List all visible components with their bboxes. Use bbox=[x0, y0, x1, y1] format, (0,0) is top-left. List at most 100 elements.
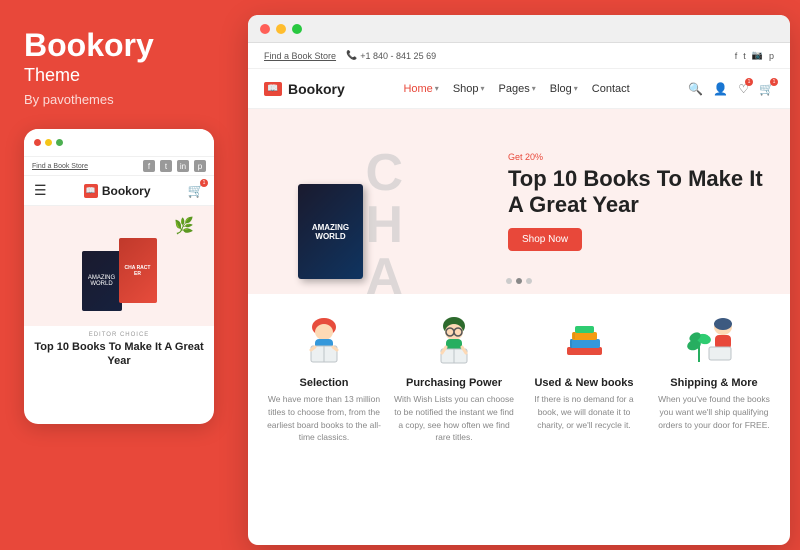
mobile-social-icons: f t in p bbox=[143, 160, 206, 172]
feature-purchasing-title: Purchasing Power bbox=[406, 377, 502, 389]
phone-icon: 📞 bbox=[346, 50, 357, 61]
mobile-dot-green bbox=[56, 139, 63, 146]
hero-dot-3[interactable] bbox=[526, 278, 532, 284]
home-arrow-icon: ▾ bbox=[435, 84, 439, 93]
mobile-editor-choice: EDITOR CHOICE Top 10 Books To Make It A … bbox=[24, 326, 214, 369]
hero-book-world: AMAZING WORLD bbox=[298, 184, 363, 279]
website-nav-links: Home ▾ Shop ▾ Pages ▾ Blog ▾ Contact bbox=[403, 83, 629, 95]
feature-selection-title: Selection bbox=[300, 377, 349, 389]
blog-arrow-icon: ▾ bbox=[574, 84, 578, 93]
feature-shipping-desc: When you've found the books you want we'… bbox=[654, 393, 774, 431]
hero-dot-1[interactable] bbox=[506, 278, 512, 284]
hero-books-container: AMAZING WORLD CHAR bbox=[268, 119, 498, 284]
feature-purchasing-desc: With Wish Lists you can choose to be not… bbox=[394, 393, 514, 444]
browser-dot-green[interactable] bbox=[292, 24, 302, 34]
mobile-editor-title: Top 10 Books To Make It A Great Year bbox=[32, 340, 206, 369]
mobile-cart-badge: 1 bbox=[200, 179, 208, 187]
nav-blog[interactable]: Blog ▾ bbox=[550, 83, 578, 95]
hero-carousel-dots bbox=[506, 278, 532, 284]
nav-pages[interactable]: Pages ▾ bbox=[499, 83, 536, 95]
search-icon[interactable]: 🔍 bbox=[688, 82, 703, 96]
mobile-book-1: AMAZING WORLD bbox=[82, 251, 122, 311]
mobile-leaf-icon: 🌿 bbox=[174, 216, 194, 236]
nav-home[interactable]: Home ▾ bbox=[403, 83, 438, 95]
feature-used-new-desc: If there is no demand for a book, we wil… bbox=[524, 393, 644, 431]
feature-purchasing-power: Purchasing Power With Wish Lists you can… bbox=[394, 314, 514, 444]
twitter-icon[interactable]: t bbox=[743, 51, 746, 61]
mobile-dot-red bbox=[34, 139, 41, 146]
mobile-logo-text: Bookory bbox=[102, 184, 151, 198]
mobile-nav: ☰ 📖 Bookory 🛒 1 bbox=[24, 176, 214, 206]
hero-title: Top 10 Books To Make It A Great Year bbox=[508, 166, 770, 219]
mobile-logo: 📖 Bookory bbox=[84, 184, 151, 198]
shipping-illustration bbox=[684, 314, 744, 369]
shop-arrow-icon: ▾ bbox=[481, 84, 485, 93]
purchasing-power-illustration bbox=[424, 314, 484, 369]
feature-shipping: Shipping & More When you've found the bo… bbox=[654, 314, 774, 444]
feature-used-new: Used & New books If there is no demand f… bbox=[524, 314, 644, 444]
user-icon[interactable]: 👤 bbox=[713, 82, 728, 96]
hero-book-stack: AMAZING WORLD CHAR bbox=[268, 129, 468, 284]
website-logo: 📖 Bookory bbox=[264, 81, 345, 97]
feature-shipping-title: Shipping & More bbox=[670, 377, 757, 389]
website-phone: 📞 +1 840 - 841 25 69 bbox=[346, 50, 436, 61]
nav-shop[interactable]: Shop ▾ bbox=[453, 83, 485, 95]
hero-char-visual: CHAR bbox=[366, 147, 451, 272]
selection-svg bbox=[297, 317, 352, 367]
website-navbar: 📖 Bookory Home ▾ Shop ▾ Pages ▾ Blog ▾ C… bbox=[248, 69, 790, 109]
feature-selection: Selection We have more than 13 million t… bbox=[264, 314, 384, 444]
instagram-icon[interactable]: 📷 bbox=[752, 50, 763, 61]
hero-text-content: Get 20% Top 10 Books To Make It A Great … bbox=[498, 152, 770, 252]
mobile-dot-yellow bbox=[45, 139, 52, 146]
mobile-topbar bbox=[24, 129, 214, 157]
mobile-editor-label: EDITOR CHOICE bbox=[32, 332, 206, 338]
brand-title: Bookory Theme bbox=[24, 28, 224, 86]
hero-small-text: Get 20% bbox=[508, 152, 770, 162]
mobile-cart-icon[interactable]: 🛒 1 bbox=[188, 183, 204, 199]
website-topbar: Find a Book Store 📞 +1 840 - 841 25 69 f… bbox=[248, 43, 790, 69]
wishlist-icon[interactable]: ♡ 1 bbox=[738, 82, 749, 96]
browser-titlebar bbox=[248, 15, 790, 43]
feature-selection-desc: We have more than 13 million titles to c… bbox=[264, 393, 384, 444]
mobile-find-link[interactable]: Find a Book Store bbox=[32, 163, 88, 170]
hero-dot-2[interactable] bbox=[516, 278, 522, 284]
hero-shop-button[interactable]: Shop Now bbox=[508, 228, 582, 251]
left-panel: Bookory Theme By pavothemes Find a Book … bbox=[0, 0, 248, 550]
website-find-link[interactable]: Find a Book Store bbox=[264, 51, 336, 61]
nav-contact[interactable]: Contact bbox=[592, 83, 630, 95]
mobile-facebook-icon: f bbox=[143, 160, 155, 172]
brand-name: Bookory bbox=[24, 28, 224, 63]
browser-window: Find a Book Store 📞 +1 840 - 841 25 69 f… bbox=[248, 15, 790, 545]
purchasing-power-svg bbox=[427, 317, 482, 367]
mobile-hero-books: AMAZING WORLD CHA RACT ER bbox=[82, 221, 157, 311]
cart-icon[interactable]: 🛒 1 bbox=[759, 82, 774, 96]
cart-badge: 1 bbox=[770, 78, 778, 86]
logo-book-icon: 📖 bbox=[264, 82, 282, 96]
shipping-svg bbox=[687, 317, 742, 367]
features-section: Selection We have more than 13 million t… bbox=[248, 294, 790, 464]
hero-book-char: CHAR bbox=[363, 144, 453, 274]
selection-illustration bbox=[294, 314, 354, 369]
mobile-instagram-icon: in bbox=[177, 160, 189, 172]
feature-used-new-title: Used & New books bbox=[534, 377, 633, 389]
website-topbar-left: Find a Book Store 📞 +1 840 - 841 25 69 bbox=[264, 50, 436, 61]
website-logo-text: Bookory bbox=[288, 81, 345, 97]
browser-dot-red[interactable] bbox=[260, 24, 270, 34]
website-hero: AMAZING WORLD CHAR Get 20% Top 10 Books … bbox=[248, 109, 790, 294]
char-text: CHAR bbox=[366, 147, 402, 295]
mobile-window-dots bbox=[34, 139, 63, 146]
used-new-svg bbox=[557, 317, 612, 367]
mobile-mockup: Find a Book Store f t in p ☰ 📖 Bookory 🛒… bbox=[24, 129, 214, 424]
facebook-icon[interactable]: f bbox=[735, 51, 738, 61]
mobile-twitter-icon: t bbox=[160, 160, 172, 172]
mobile-book-2: CHA RACT ER bbox=[119, 238, 157, 303]
used-new-illustration bbox=[554, 314, 614, 369]
phone-number: +1 840 - 841 25 69 bbox=[360, 51, 436, 61]
brand-by: By pavothemes bbox=[24, 92, 224, 107]
mobile-hamburger-icon[interactable]: ☰ bbox=[34, 182, 47, 199]
mobile-logo-icon: 📖 bbox=[84, 184, 98, 198]
brand-subtitle: Theme bbox=[24, 65, 224, 86]
pinterest-icon[interactable]: p bbox=[769, 51, 774, 61]
browser-dot-yellow[interactable] bbox=[276, 24, 286, 34]
pages-arrow-icon: ▾ bbox=[532, 84, 536, 93]
